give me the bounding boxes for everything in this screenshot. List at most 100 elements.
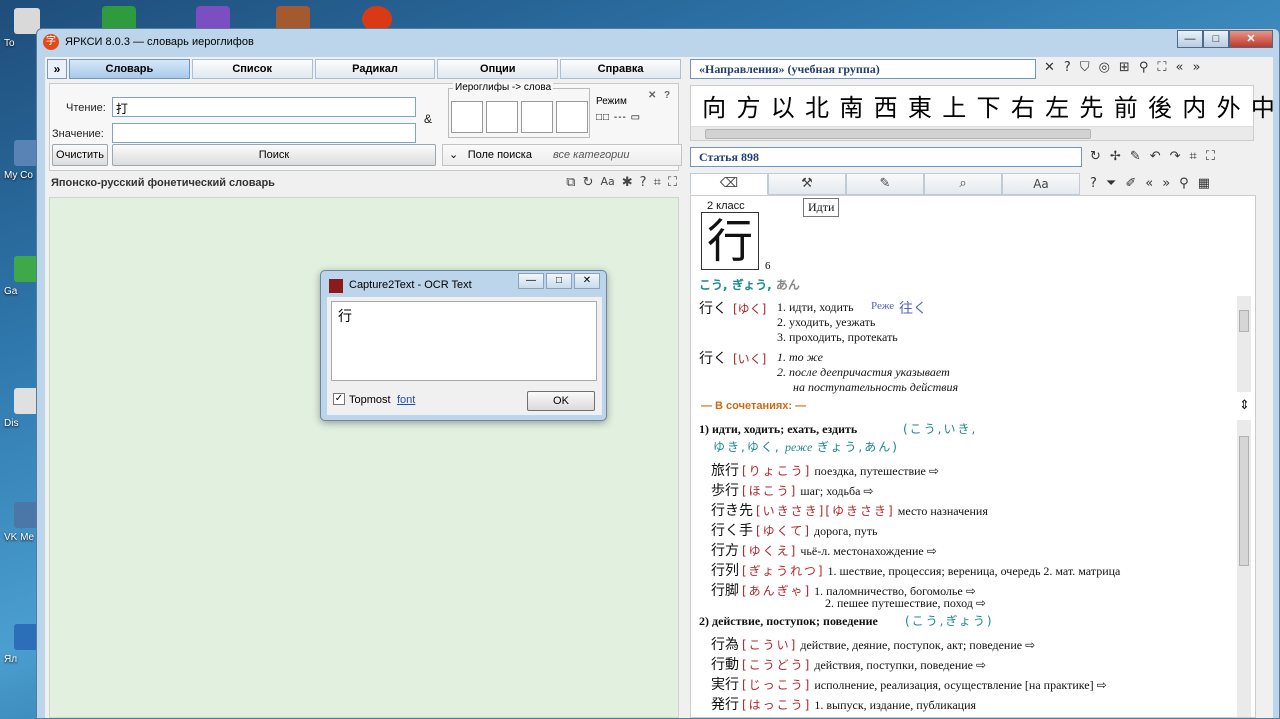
- close-button[interactable]: ✕: [574, 273, 600, 289]
- shrink-icon[interactable]: ⌗: [654, 175, 661, 190]
- collapse-pane-button[interactable]: »: [47, 59, 67, 79]
- tab-eraser-icon[interactable]: ⌫: [690, 173, 768, 195]
- minimize-button[interactable]: —: [518, 273, 544, 289]
- grid-icon[interactable]: ⊞: [1119, 60, 1130, 75]
- hanzi-cell[interactable]: 東: [903, 88, 937, 123]
- desktop-icon-computer[interactable]: My Co: [0, 140, 40, 200]
- scroll-thumb[interactable]: [1239, 310, 1249, 332]
- hanzi-cell[interactable]: 向: [697, 88, 731, 123]
- hanzi-cell[interactable]: 先: [1074, 88, 1108, 123]
- dialog-controls: — □ ✕: [518, 273, 600, 289]
- pencil-icon[interactable]: ✐: [1125, 176, 1136, 191]
- next-icon[interactable]: »: [1162, 176, 1170, 191]
- prev-icon[interactable]: «: [1145, 176, 1153, 191]
- refresh-icon[interactable]: ↻: [583, 175, 594, 190]
- close-button[interactable]: ✕: [1229, 30, 1273, 48]
- hanzi-cell[interactable]: 外: [1211, 88, 1245, 123]
- scroll-thumb[interactable]: [705, 129, 1091, 139]
- brush-icon[interactable]: ✎: [1130, 149, 1141, 164]
- clear-button[interactable]: Очистить: [52, 144, 108, 166]
- topmost-checkbox[interactable]: ✓: [333, 393, 345, 405]
- ok-button[interactable]: OK: [527, 391, 595, 411]
- ocr-text-area[interactable]: 行: [331, 301, 597, 381]
- next-icon[interactable]: »: [1192, 60, 1200, 75]
- reading-input[interactable]: 打: [112, 97, 416, 117]
- hanzi-cell[interactable]: 南: [834, 88, 868, 123]
- help-icon[interactable]: ?: [1090, 176, 1097, 191]
- hanzi-cell[interactable]: 左: [1040, 88, 1074, 123]
- desktop-icon-yal[interactable]: Ял: [0, 624, 40, 684]
- hieroglyph-slot-3[interactable]: [521, 101, 553, 133]
- tab-radical[interactable]: Радикал: [314, 59, 436, 79]
- filter-icon[interactable]: ⏷: [1106, 176, 1116, 191]
- desktop-icon-dis[interactable]: Dis: [0, 388, 40, 448]
- hieroglyph-slot-2[interactable]: [486, 101, 518, 133]
- hanzi-cell[interactable]: 上: [937, 88, 971, 123]
- search-field-select[interactable]: ⌄ Поле поиска все категории: [442, 144, 682, 166]
- maximize-button[interactable]: □: [1203, 30, 1229, 48]
- hanzi-cell[interactable]: 方: [731, 88, 765, 123]
- tab-list[interactable]: Список: [191, 59, 313, 79]
- pin-icon[interactable]: ⚲: [1179, 176, 1189, 191]
- article-scrollbar[interactable]: [1237, 420, 1251, 717]
- word-row: 実行 [じっこう] исполнение, реализация, осущес…: [711, 674, 1107, 694]
- settings-icon[interactable]: ✱: [622, 175, 633, 190]
- search-button[interactable]: Поиск: [112, 144, 436, 166]
- desktop-icon-ga[interactable]: Ga: [0, 256, 40, 316]
- meaning-input[interactable]: [112, 123, 416, 143]
- hanzi-scrollbar[interactable]: [691, 126, 1253, 140]
- hanzi-cell[interactable]: 下: [971, 88, 1005, 123]
- mode-close-icon[interactable]: ✕: [648, 90, 656, 101]
- mode-toggle[interactable]: □□ --- ▭: [596, 112, 641, 123]
- help-icon[interactable]: ?: [1064, 60, 1071, 75]
- mode-help-icon[interactable]: ?: [664, 90, 670, 101]
- target-icon[interactable]: ◎: [1099, 60, 1110, 75]
- help-icon[interactable]: ?: [640, 175, 647, 190]
- hanzi-cell[interactable]: 内: [1177, 88, 1211, 123]
- shrink-icon[interactable]: ⌗: [1190, 149, 1197, 164]
- hieroglyph-slot-4[interactable]: [556, 101, 588, 133]
- tab-options[interactable]: Опции: [437, 59, 559, 79]
- hanzi-cell[interactable]: 前: [1109, 88, 1143, 123]
- entry-sense: 2. после деепричастия указывает: [777, 365, 950, 379]
- desktop-icon-recycle[interactable]: To: [0, 8, 40, 68]
- hanzi-cell[interactable]: 以: [766, 88, 800, 123]
- hanzi-cell[interactable]: 右: [1006, 88, 1040, 123]
- tab-search-icon[interactable]: ⌕: [924, 173, 1002, 195]
- font-link[interactable]: font: [397, 394, 415, 406]
- scroll-thumb[interactable]: [1239, 436, 1249, 566]
- table-icon[interactable]: ▦: [1198, 176, 1210, 191]
- hanzi-cell[interactable]: 西: [868, 88, 902, 123]
- shield-icon[interactable]: ⛉: [1080, 60, 1090, 75]
- fullscreen-icon[interactable]: ⛶: [1206, 149, 1215, 164]
- fullscreen-icon[interactable]: ⛶: [668, 175, 677, 190]
- hanzi-cell[interactable]: 後: [1143, 88, 1177, 123]
- tab-font-icon[interactable]: Aa: [1002, 173, 1080, 195]
- prev-icon[interactable]: «: [1175, 60, 1183, 75]
- font-icon[interactable]: Aa: [600, 175, 614, 190]
- tab-brush-icon[interactable]: ✎: [846, 173, 924, 195]
- maximize-button[interactable]: □: [546, 273, 572, 289]
- tab-help[interactable]: Справка: [560, 59, 681, 79]
- title-bar[interactable]: 字 ЯРКСИ 8.0.3 — словарь иероглифов: [37, 29, 1279, 55]
- hieroglyph-slot-1[interactable]: [451, 101, 483, 133]
- back-icon[interactable]: ↶: [1150, 149, 1161, 164]
- refresh-icon[interactable]: ↻: [1090, 149, 1101, 164]
- tab-wrench-icon[interactable]: ⚒: [768, 173, 846, 195]
- forward-icon[interactable]: ↷: [1170, 149, 1181, 164]
- dictionary-title: Японско-русский фонетический словарь: [51, 177, 275, 189]
- close-icon[interactable]: ✕: [1044, 60, 1055, 75]
- expand-icon[interactable]: ⇕: [1239, 398, 1250, 413]
- tab-dictionary[interactable]: Словарь: [69, 59, 190, 79]
- windows-icon[interactable]: ⧉: [566, 175, 575, 190]
- minimize-button[interactable]: —: [1177, 30, 1203, 48]
- pin-icon[interactable]: ⚲: [1139, 60, 1149, 75]
- fullscreen-icon[interactable]: ⛶: [1157, 60, 1166, 75]
- article-title[interactable]: Статья 898: [690, 147, 1082, 167]
- hanzi-cell[interactable]: 北: [800, 88, 834, 123]
- group-title[interactable]: «Направления» (учебная группа): [690, 59, 1036, 79]
- hanzi-cell[interactable]: 中: [1246, 88, 1280, 123]
- desktop-icon-vk[interactable]: VK Me: [0, 502, 40, 562]
- entries-scrollbar[interactable]: [1237, 296, 1251, 392]
- split-icon[interactable]: ✢: [1110, 149, 1121, 164]
